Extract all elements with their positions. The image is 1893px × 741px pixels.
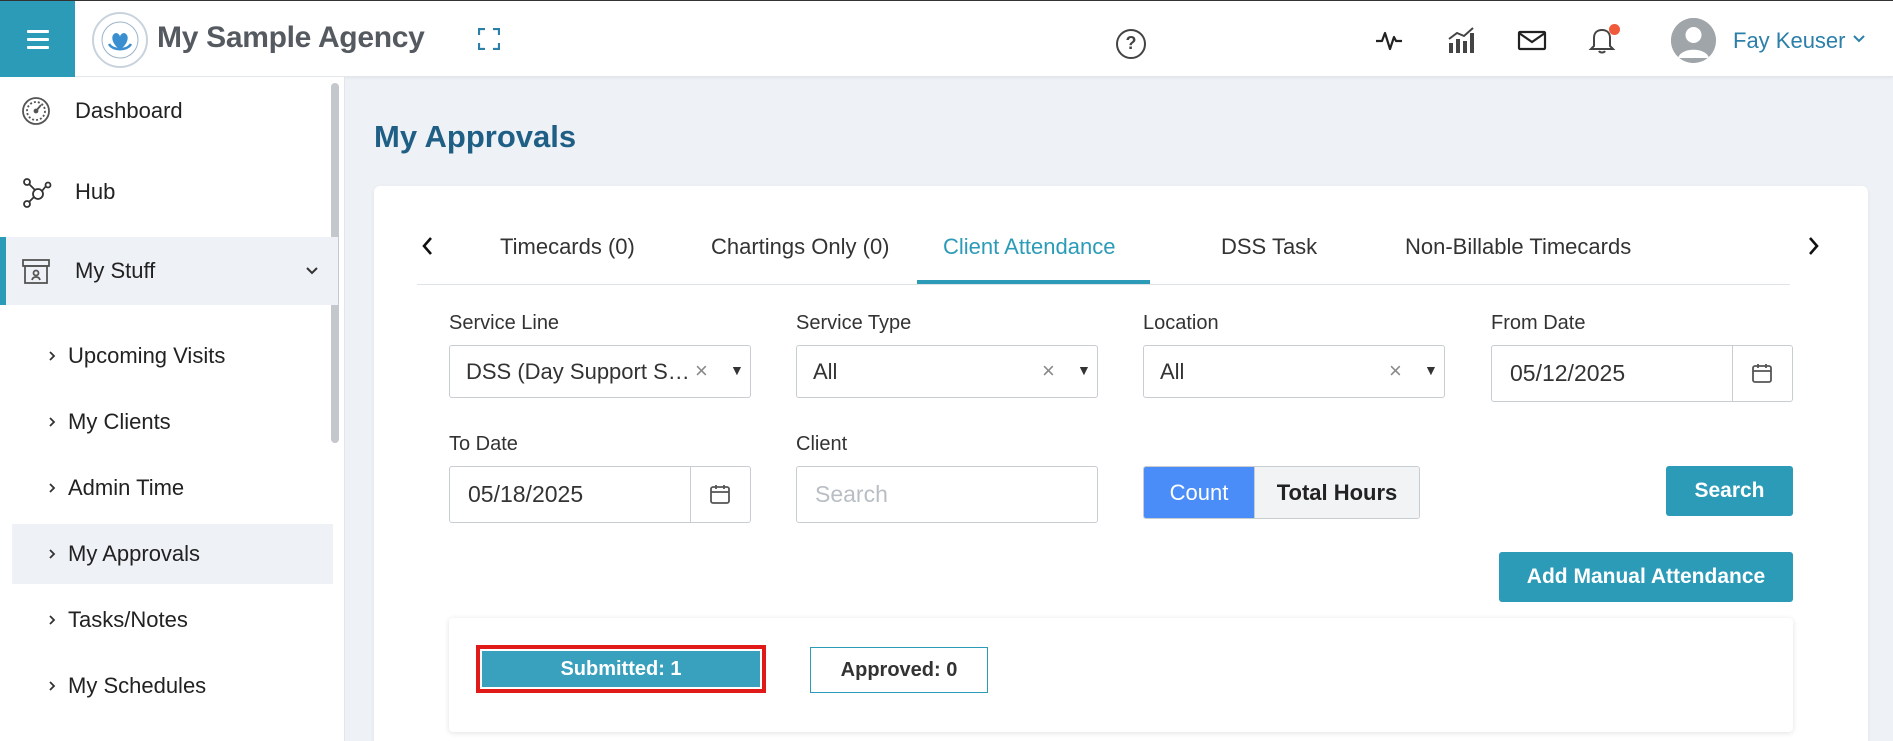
to-date-field[interactable]: 05/18/2025 [449,466,751,523]
client-search-field[interactable] [796,466,1098,523]
sidebar-subitem-label: My Schedules [68,673,207,698]
sidebar-subitem-label: Admin Time [68,475,185,500]
menu-icon [26,27,49,51]
tab-client-attendance[interactable]: Client Attendance [943,234,1115,260]
calendar-icon[interactable] [1751,362,1773,384]
from-date-value: 05/12/2025 [1510,360,1626,386]
tabs-scroll-right-icon[interactable] [1803,235,1823,257]
from-date-label: From Date [1491,312,1586,334]
sidebar-item-dashboard[interactable]: Dashboard [0,77,338,145]
chevron-right-icon [49,681,56,691]
tab-chartings-only[interactable]: Chartings Only (0) [711,234,890,260]
clear-icon[interactable]: × [1042,358,1055,384]
tab-timecards[interactable]: Timecards (0) [500,234,635,260]
sidebar-subitem-label: My Approvals [68,541,201,566]
sidebar-subitem-admin-time[interactable]: Admin Time [12,458,333,518]
client-label: Client [796,433,848,455]
analytics-icon[interactable] [1446,25,1476,55]
total-hours-toggle-button[interactable]: Total Hours [1254,467,1419,518]
sidebar-item-label: My Stuff [75,258,156,283]
active-tab-underline [917,280,1150,284]
help-icon[interactable]: ? [1116,29,1146,59]
chevron-down-icon[interactable] [1852,32,1866,46]
client-search-input[interactable] [797,467,1097,522]
location-value: All [1160,359,1185,384]
chevron-right-icon [49,549,56,559]
to-date-label: To Date [449,433,518,455]
search-button[interactable]: Search [1666,466,1793,516]
top-bar: My Sample Agency ? Fay Keuser [0,0,1893,77]
menu-button[interactable] [0,1,75,77]
user-name[interactable]: Fay Keuser [1733,28,1846,54]
count-hours-toggle[interactable]: Count Total Hours [1143,466,1420,519]
user-avatar[interactable] [1671,18,1716,63]
agency-name: My Sample Agency [157,21,425,54]
fullscreen-icon[interactable] [477,27,501,51]
chevron-right-icon [49,417,56,427]
add-manual-attendance-button[interactable]: Add Manual Attendance [1499,552,1793,602]
service-type-label: Service Type [796,312,912,334]
tabs-divider [417,284,1790,285]
sidebar: Dashboard Hub My Stuff Upcoming Visits M… [0,77,345,741]
service-line-select[interactable]: DSS (Day Support Ser... × ▼ [449,345,751,398]
submitted-count: Submitted: 1 [482,651,760,687]
speedometer-icon [20,95,52,127]
sidebar-item-hub[interactable]: Hub [0,158,338,226]
submitted-status-button[interactable]: Submitted: 1 [476,645,766,693]
from-date-field[interactable]: 05/12/2025 [1491,345,1793,402]
sidebar-subitem-upcoming-visits[interactable]: Upcoming Visits [12,326,333,386]
sidebar-item-label: Hub [75,179,116,204]
archive-box-icon [20,255,52,287]
service-type-value: All [813,359,838,384]
sidebar-subitem-label: Tasks/Notes [68,607,188,632]
sidebar-subitem-my-approvals[interactable]: My Approvals [12,524,333,584]
clear-icon[interactable]: × [695,358,708,384]
clear-icon[interactable]: × [1389,358,1402,384]
caret-down-icon: ▼ [1077,362,1091,378]
sidebar-subitem-my-schedules[interactable]: My Schedules [12,656,333,716]
caret-down-icon: ▼ [1424,362,1438,378]
chevron-right-icon [49,351,56,361]
sidebar-item-my-stuff[interactable]: My Stuff [0,237,338,305]
location-label: Location [1143,312,1219,334]
divider [1732,346,1733,401]
hub-icon [20,176,52,208]
mail-icon[interactable] [1517,25,1547,55]
chevron-right-icon [49,483,56,493]
divider [690,467,691,522]
tab-dss-task[interactable]: DSS Task [1221,234,1317,260]
chevron-right-icon [49,615,56,625]
to-date-value: 05/18/2025 [468,481,584,507]
service-line-label: Service Line [449,312,560,334]
sidebar-item-label: Dashboard [75,98,183,123]
approved-status-button[interactable]: Approved: 0 [810,647,988,693]
calendar-icon[interactable] [709,483,731,505]
tabs-scroll-left-icon[interactable] [418,235,438,257]
count-toggle-button[interactable]: Count [1144,467,1254,518]
notification-dot [1609,24,1620,35]
service-type-select[interactable]: All × ▼ [796,345,1098,398]
sidebar-subitem-label: Upcoming Visits [68,343,226,368]
sidebar-subitem-label: My Clients [68,409,171,434]
location-select[interactable]: All × ▼ [1143,345,1445,398]
tab-non-billable-timecards[interactable]: Non-Billable Timecards [1405,234,1631,260]
sidebar-subitem-my-clients[interactable]: My Clients [12,392,333,452]
chevron-down-icon [304,263,320,279]
sidebar-subitem-tasks-notes[interactable]: Tasks/Notes [12,590,333,650]
service-line-value: DSS (Day Support Ser... [466,359,696,384]
active-indicator [0,237,6,305]
agency-logo[interactable] [92,12,148,68]
activity-icon[interactable] [1374,25,1404,55]
page-title: My Approvals [374,119,577,154]
caret-down-icon: ▼ [730,362,744,378]
